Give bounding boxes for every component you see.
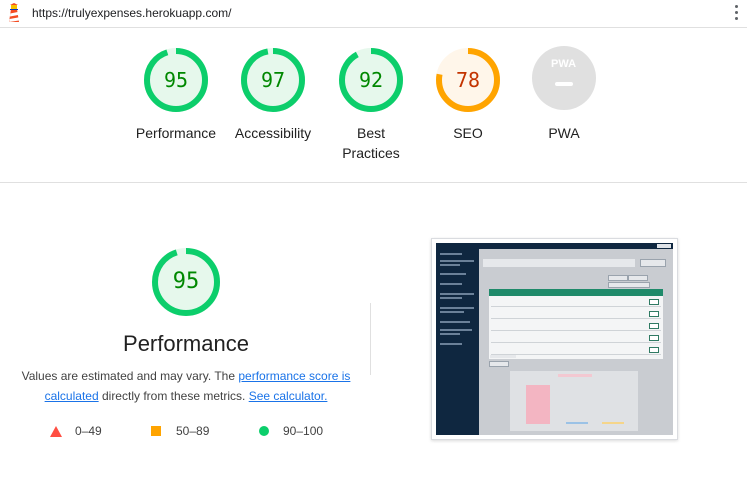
accessibility-gauge[interactable]: 97 bbox=[239, 46, 307, 114]
legend-average-range: 50–89 bbox=[176, 424, 210, 438]
section-divider bbox=[0, 182, 747, 183]
lighthouse-icon bbox=[9, 3, 19, 22]
pwa-gauge[interactable]: PWA bbox=[532, 46, 596, 110]
thumb-sidebar bbox=[436, 243, 479, 435]
best-practices-gauge[interactable]: 92 bbox=[337, 46, 405, 114]
report-header: https://trulyexpenses.herokuapp.com/ bbox=[0, 0, 747, 28]
see-calculator-link[interactable]: See calculator. bbox=[249, 389, 328, 403]
final-screenshot[interactable] bbox=[431, 238, 678, 440]
pwa-label: PWA bbox=[548, 125, 580, 141]
legend-fail-range: 0–49 bbox=[75, 424, 102, 438]
pass-circle-icon bbox=[259, 426, 269, 436]
legend-pass-range: 90–100 bbox=[283, 424, 324, 438]
performance-label: Performance bbox=[135, 125, 217, 141]
performance-description: Values are estimated and may vary. The p… bbox=[20, 366, 352, 406]
page-screenshot-thumbnail bbox=[436, 243, 673, 435]
performance-score: 95 bbox=[163, 68, 189, 92]
best-practices-score: 92 bbox=[358, 68, 384, 92]
performance-detail-score: 95 bbox=[172, 269, 200, 294]
seo-gauge[interactable]: 78 bbox=[434, 46, 502, 114]
accessibility-score: 97 bbox=[260, 68, 286, 92]
fail-triangle-icon bbox=[50, 426, 62, 437]
performance-gauge[interactable]: 95 bbox=[142, 46, 210, 114]
vertical-divider bbox=[370, 303, 371, 375]
pwa-dash-icon bbox=[555, 82, 573, 86]
average-square-icon bbox=[151, 426, 161, 436]
pwa-badge-icon bbox=[532, 46, 596, 110]
report-url[interactable]: https://trulyexpenses.herokuapp.com/ bbox=[32, 6, 231, 20]
best-practices-label: Best Practices bbox=[342, 125, 400, 161]
description-prefix: Values are estimated and may vary. The bbox=[21, 369, 239, 383]
seo-label: SEO bbox=[453, 125, 483, 141]
more-menu-icon[interactable] bbox=[733, 4, 739, 22]
description-middle: directly from these metrics. bbox=[98, 389, 249, 403]
performance-title: Performance bbox=[123, 331, 249, 356]
seo-score: 78 bbox=[455, 68, 481, 92]
accessibility-label: Accessibility bbox=[234, 125, 312, 141]
performance-detail-gauge: 95 bbox=[150, 246, 222, 318]
pwa-badge-text: PWA bbox=[551, 58, 577, 70]
